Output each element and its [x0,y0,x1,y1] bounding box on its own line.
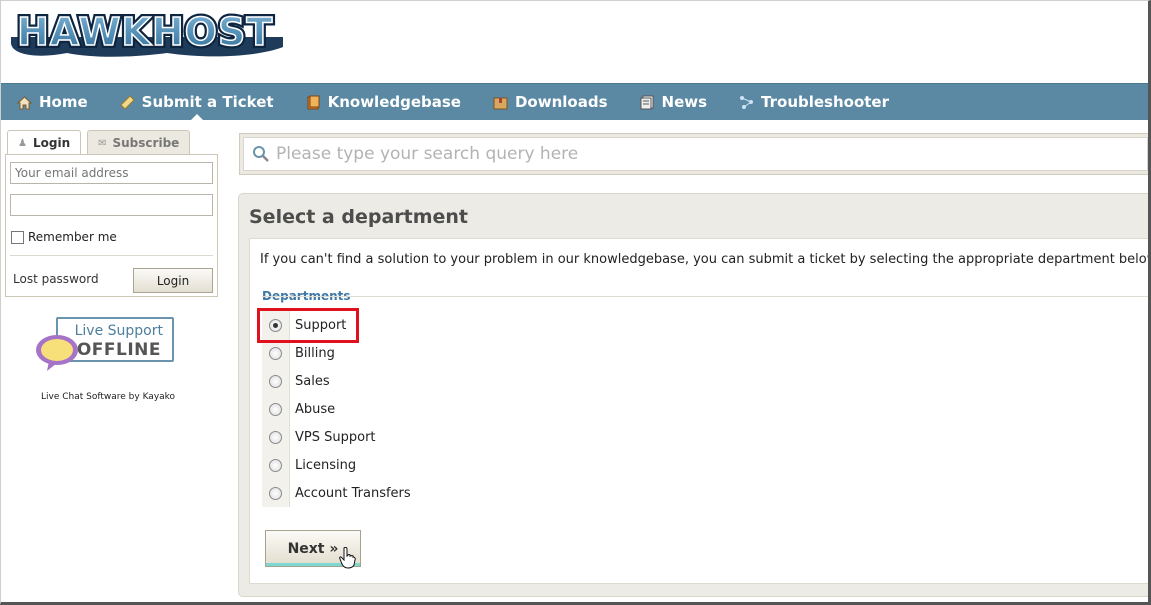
chat-bubble-icon [35,333,81,377]
department-radio[interactable] [269,374,282,388]
nav-item-label: News [661,93,708,111]
nav-item-label: Submit a Ticket [141,93,274,111]
password-field[interactable] [10,194,213,216]
login-button[interactable]: Login [133,268,213,293]
live-support-title: Live Support [74,323,163,339]
department-label: Licensing [295,457,357,473]
page-frame: HAWKHOST HAWKHOST Home Submit a Ticket K… [0,0,1151,605]
search-icon [252,145,270,163]
troubleshooter-icon [739,95,754,110]
department-label: VPS Support [295,429,376,445]
tab-login[interactable]: ♟ Login [7,130,82,155]
department-option-account-transfers[interactable]: Account Transfers [262,479,411,507]
department-option-billing[interactable]: Billing [262,339,335,367]
department-option-abuse[interactable]: Abuse [262,395,335,423]
live-chat-credit[interactable]: Live Chat Software by Kayako [41,392,175,402]
page-title: Select a department [249,206,469,228]
search-bar [239,133,1148,175]
email-field[interactable] [10,162,213,184]
radio-cell [262,479,290,507]
department-label: Account Transfers [295,485,411,501]
department-radio[interactable] [269,486,282,500]
department-option-licensing[interactable]: Licensing [262,451,356,479]
department-option-vps-support[interactable]: VPS Support [262,423,376,451]
nav-item-home[interactable]: Home [1,84,104,121]
user-icon: ♟ [18,137,27,149]
department-radio[interactable] [269,430,282,444]
department-label: Abuse [295,401,336,417]
department-radio[interactable] [269,402,282,416]
nav-item-troubleshooter[interactable]: Troubleshooter [723,84,905,121]
radio-cell [262,451,290,479]
ticket-icon [119,94,135,110]
logo-text: HAWKHOST [17,10,273,54]
tab-label: Login [32,136,71,150]
department-radio[interactable] [269,346,282,360]
live-support-status: OFFLINE [76,340,161,360]
remember-me[interactable]: Remember me [11,230,117,244]
tab-subscribe[interactable]: ✉ Subscribe [87,130,191,155]
search-input[interactable] [276,144,1076,164]
hawkhost-logo[interactable]: HAWKHOST HAWKHOST [7,7,287,63]
nav-item-submit-ticket[interactable]: Submit a Ticket [104,84,290,121]
divider [10,255,213,256]
radio-cell [262,367,290,395]
search-box[interactable] [243,137,1148,171]
radio-cell [262,339,290,367]
department-option-sales[interactable]: Sales [262,367,330,395]
divider [262,296,1148,297]
intro-text: If you can't find a solution to your pro… [260,252,1151,267]
live-support-badge[interactable]: Live Support OFFLINE [35,317,175,373]
news-icon [640,95,655,110]
department-radio[interactable] [269,458,282,472]
nav-item-label: Home [39,93,88,111]
lost-password-link[interactable]: Lost password [13,272,99,286]
department-label: Billing [295,345,335,361]
main-nav: Home Submit a Ticket Knowledgebase Downl… [1,83,1148,121]
department-form: If you can't find a solution to your pro… [249,238,1151,584]
sidebar-tabs: ♟ Login ✉ Subscribe [7,130,196,155]
home-icon [17,95,32,110]
login-panel: Remember me Lost password Login [5,154,218,297]
remember-checkbox[interactable] [11,230,24,244]
selection-highlight [257,308,359,343]
hand-cursor-icon [339,546,357,573]
nav-item-news[interactable]: News [624,84,724,121]
remember-label: Remember me [28,230,117,244]
package-icon [493,95,508,110]
nav-item-knowledgebase[interactable]: Knowledgebase [290,84,477,121]
radio-cell [262,395,290,423]
department-panel: Select a department If you can't find a … [238,193,1151,597]
department-label: Sales [295,373,330,389]
mail-icon: ✉ [98,137,107,149]
nav-item-label: Downloads [514,93,608,111]
book-icon [306,95,321,110]
tab-label: Subscribe [112,136,180,150]
radio-cell [262,423,290,451]
nav-item-label: Knowledgebase [327,93,461,111]
nav-item-label: Troubleshooter [761,93,890,111]
nav-item-downloads[interactable]: Downloads [477,84,624,121]
